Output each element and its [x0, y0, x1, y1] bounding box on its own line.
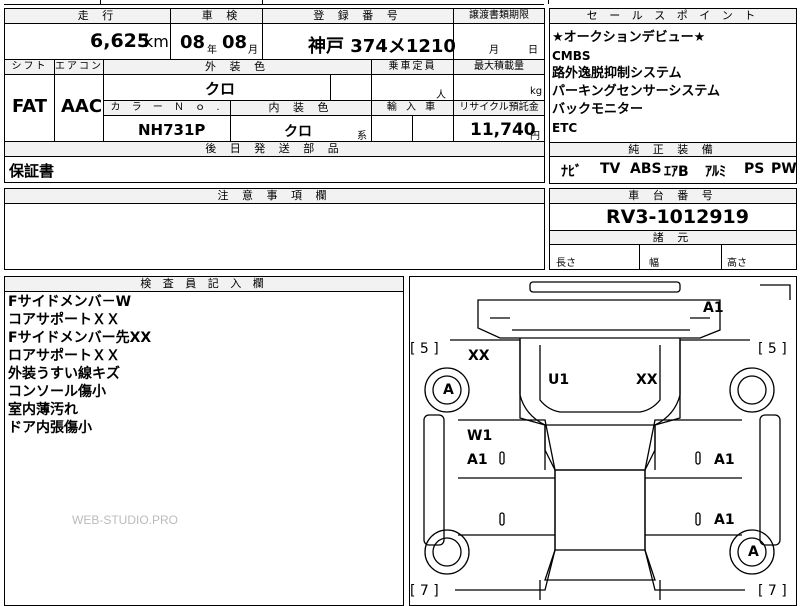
tire-rear-left-label: [ 7 ] [410, 583, 439, 599]
left-side-strip [423, 414, 445, 546]
damage-a-right: A [748, 544, 759, 560]
damage-w1: W1 [467, 428, 493, 444]
wheel-front-right-inner [737, 375, 767, 405]
door-handle-rl [499, 512, 505, 526]
front-bumper-outline [477, 299, 721, 339]
windshield [544, 425, 656, 471]
wheel-front-right [729, 367, 775, 413]
rear-window [544, 549, 656, 581]
right-body [644, 419, 745, 591]
damage-a1-door-fl: A1 [467, 452, 488, 468]
left-body [455, 419, 556, 591]
right-side-strip [759, 414, 781, 546]
door-handle-fl [499, 451, 505, 465]
wheel-rear-left [424, 529, 470, 575]
door-handle-fr [695, 451, 701, 465]
left-front-fender [450, 339, 546, 470]
wheel-rear-left-inner [432, 537, 462, 567]
damage-xx-right: XX [636, 372, 658, 388]
damage-a1-door-fr: A1 [714, 452, 735, 468]
damage-xx-left: XX [468, 348, 490, 364]
tire-rear-right-label: [ 7 ] [758, 583, 787, 599]
damage-a1-top: A1 [703, 300, 724, 316]
roof [554, 469, 646, 551]
damage-a1-door-rr: A1 [714, 512, 735, 528]
rear-lines [539, 580, 661, 600]
car-diagram [423, 281, 791, 600]
damage-u1: U1 [548, 372, 570, 388]
door-handle-rr [695, 512, 701, 526]
damage-a-left: A [443, 382, 454, 398]
front-bumper-rect [529, 281, 681, 293]
tire-front-left-label: [ 5 ] [410, 341, 439, 357]
tire-front-right-label: [ 5 ] [758, 341, 787, 357]
corner-bracket [760, 284, 791, 300]
